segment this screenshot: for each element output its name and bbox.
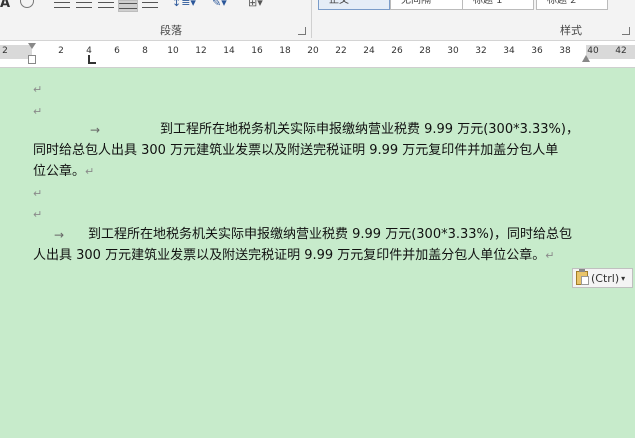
empty-paragraph-mark: ↵ <box>33 105 43 118</box>
style-heading-1[interactable]: 标题 1 <box>462 0 534 10</box>
ruler-number: 30 <box>447 46 459 56</box>
paragraph-1-line-3: 位公章。↵ <box>33 162 94 182</box>
paragraph-dialog-launcher-icon[interactable] <box>298 27 306 35</box>
empty-paragraph-mark: ↵ <box>33 208 43 221</box>
paragraph-group-label: 段落 <box>160 24 182 37</box>
align-center-icon[interactable] <box>76 0 92 10</box>
ruler-number: 28 <box>419 46 431 56</box>
borders-icon[interactable]: ⊞▾ <box>248 0 263 9</box>
horizontal-ruler[interactable]: 2 2 4 6 8 10 12 14 16 18 20 22 24 26 28 … <box>0 41 635 68</box>
ruler-number: 22 <box>335 46 347 56</box>
paragraph-2-line-2-text: 人出具 300 万元建筑业发票以及附送完税证明 9.99 万元复印件并加盖分包人… <box>33 248 546 263</box>
ruler-number: 20 <box>307 46 319 56</box>
paragraph-1-line-3-text: 位公章。 <box>33 164 86 179</box>
ruler-number: 34 <box>503 46 515 56</box>
ruler-number: 24 <box>363 46 375 56</box>
distributed-icon[interactable] <box>142 0 158 10</box>
group-divider <box>311 0 312 38</box>
ruler-number: 8 <box>142 46 148 56</box>
ruler-number: 10 <box>167 46 179 56</box>
ruler-number: 18 <box>279 46 291 56</box>
paragraph-mark: ↵ <box>85 165 95 178</box>
paragraph-2-line-1: 到工程所在地税务机关实际申报缴纳营业税费 9.99 万元(300*3.33%)，… <box>88 227 572 242</box>
style-normal[interactable]: 正文 <box>318 0 390 10</box>
ruler-number: 6 <box>114 46 120 56</box>
paragraph-1-line-2: 同时给总包人出具 300 万元建筑业发票以及附送完税证明 9.99 万元复印件并… <box>33 143 559 158</box>
justify-icon[interactable] <box>118 0 138 12</box>
ruler-number: 26 <box>391 46 403 56</box>
ruler-number: 38 <box>559 46 571 56</box>
clipboard-icon <box>576 269 589 285</box>
align-left-icon[interactable] <box>54 0 70 10</box>
hanging-indent-icon[interactable] <box>28 55 36 64</box>
styles-group-label: 样式 <box>560 24 582 37</box>
empty-paragraph-mark: ↵ <box>33 187 43 200</box>
tab-arrow: → <box>90 123 101 137</box>
ruler-number: 36 <box>531 46 543 56</box>
ruler-number: 2 <box>2 46 8 56</box>
style-no-spacing[interactable]: 无间隔 <box>390 0 468 10</box>
paragraph-1-line-1: 到工程所在地税务机关实际申报缴纳营业税费 9.99 万元(300*3.33%)， <box>160 122 579 137</box>
paragraph-2-line-2: 人出具 300 万元建筑业发票以及附送完税证明 9.99 万元复印件并加盖分包人… <box>33 246 555 266</box>
shading-icon[interactable]: ✎▾ <box>212 0 227 9</box>
paragraph-mark: ↵ <box>545 249 555 262</box>
first-line-indent-icon[interactable] <box>28 43 36 49</box>
font-color-a-icon[interactable]: A <box>0 0 10 11</box>
clear-format-icon[interactable] <box>20 0 34 8</box>
empty-paragraph-mark: ↵ <box>33 83 43 96</box>
line-spacing-icon[interactable]: ↕≡▾ <box>172 0 196 9</box>
ribbon: A ↕≡▾ ✎▾ ⊞▾ 段落 正文 无间隔 标题 1 标题 2 样式 <box>0 0 635 41</box>
ruler-number: 14 <box>223 46 235 56</box>
ruler-number: 16 <box>251 46 263 56</box>
tab-stop-marker-icon[interactable] <box>88 55 96 64</box>
align-right-icon[interactable] <box>98 0 114 10</box>
ruler-number: 32 <box>475 46 487 56</box>
right-indent-icon[interactable] <box>582 55 590 62</box>
tab-arrow: → <box>54 228 65 242</box>
styles-dialog-launcher-icon[interactable] <box>622 27 630 35</box>
paste-options-button[interactable]: (Ctrl) ▾ <box>572 268 633 288</box>
style-heading-2[interactable]: 标题 2 <box>536 0 608 10</box>
ruler-number: 42 <box>615 46 627 56</box>
paste-options-label: (Ctrl) <box>591 271 620 285</box>
ruler-number: 12 <box>195 46 207 56</box>
chevron-down-icon: ▾ <box>621 273 626 283</box>
ruler-number: 2 <box>58 46 64 56</box>
